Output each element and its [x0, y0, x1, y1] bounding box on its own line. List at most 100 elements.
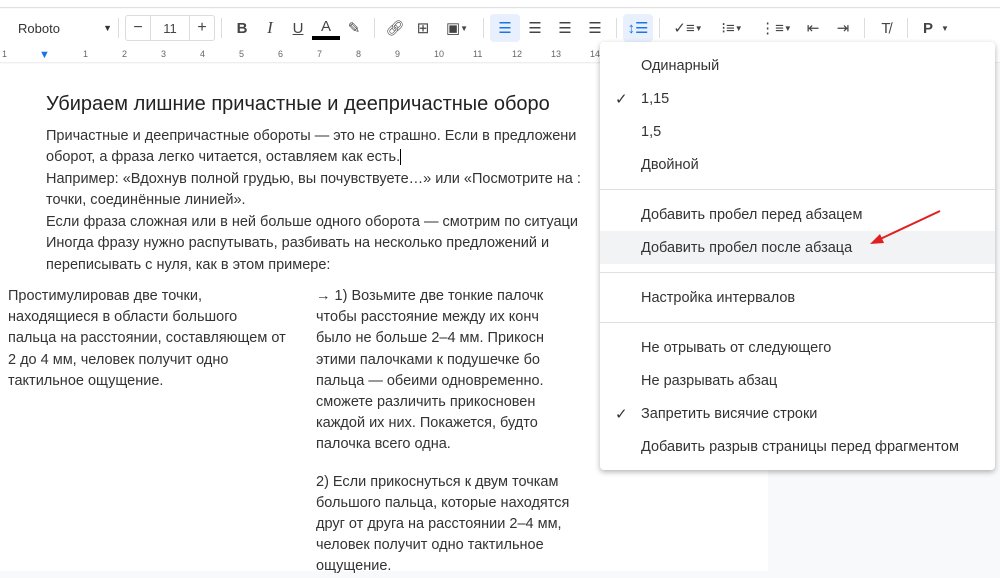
- ruler-tick-label: 1: [83, 49, 89, 59]
- table-cell-line: пальца — обеими одновременно.: [316, 372, 544, 389]
- align-center-icon[interactable]: ☰: [520, 14, 550, 42]
- menu-item[interactable]: 1,5: [600, 115, 995, 148]
- menu-divider: [600, 322, 995, 323]
- decrease-indent-icon[interactable]: ⇤: [798, 14, 828, 42]
- divider: [907, 18, 908, 38]
- menu-item[interactable]: Двойной: [600, 148, 995, 181]
- divider: [616, 18, 617, 38]
- table-cell-line: палочка всего одна.: [316, 436, 451, 453]
- clear-formatting-icon[interactable]: T̸: [871, 14, 901, 42]
- menu-item-label: 1,15: [641, 90, 670, 107]
- menu-item[interactable]: ✓ Запретить висячие строки: [600, 397, 995, 430]
- table-cell-line: сможете различить прикосновен: [316, 394, 536, 411]
- menu-item-label: Добавить разрыв страницы перед фрагменто…: [641, 438, 959, 455]
- menu-item-label: Одинарный: [641, 57, 720, 74]
- table-cell-line: 2) Если прикоснуться к двум точкам: [316, 473, 559, 490]
- paragraph-line: Например: «Вдохнув полной грудью, вы поч…: [46, 170, 581, 187]
- decrease-font-size-button[interactable]: −: [126, 16, 150, 40]
- menu-item-label: Двойной: [641, 156, 699, 173]
- document-body[interactable]: Убираем лишние причастные и деепричастны…: [46, 64, 606, 276]
- paragraph-line: переписывать с нуля, как в этом примере:: [46, 256, 331, 273]
- ruler-tick-label: 8: [356, 49, 362, 59]
- ruler-tick-label: 6: [278, 49, 284, 59]
- font-size-input[interactable]: 11: [150, 16, 190, 40]
- ruler-tick-label: 3: [161, 49, 167, 59]
- paragraph-line: Причастные и деепричастные обороты — это…: [46, 127, 577, 144]
- ruler-tick-label: 1: [2, 49, 8, 59]
- menu-item-label: 1,5: [641, 123, 662, 140]
- table-cell-line: каждой их них. Покажется, будто: [316, 415, 538, 432]
- divider: [221, 18, 222, 38]
- menu-item[interactable]: Не разрывать абзац: [600, 364, 995, 397]
- check-icon: ✓: [615, 90, 628, 108]
- add-comment-icon[interactable]: ⊞: [409, 14, 437, 42]
- menu-divider: [600, 272, 995, 273]
- table-cell-line: 2 до 4 мм, человек получит одно: [8, 351, 229, 368]
- text-cursor: [400, 149, 402, 166]
- menu-item-custom-spacing[interactable]: Настройка интервалов: [600, 281, 995, 314]
- ruler-tick-label: 14: [590, 49, 601, 59]
- menu-item[interactable]: Одинарный: [600, 49, 995, 82]
- bulleted-list-icon[interactable]: ⁝≡ ▼: [710, 14, 754, 42]
- divider: [483, 18, 484, 38]
- ruler-tick-label: 11: [473, 49, 483, 59]
- menu-item[interactable]: ✓ 1,15: [600, 82, 995, 115]
- increase-font-size-button[interactable]: +: [190, 16, 214, 40]
- align-left-icon[interactable]: ☰: [490, 14, 520, 42]
- highlight-pen-icon[interactable]: ✎: [340, 14, 368, 42]
- paragraph-line: Иногда фразу нужно распутывать, разбиват…: [46, 235, 550, 251]
- ruler-tick-label: 13: [551, 49, 562, 59]
- insert-image-icon[interactable]: ▣ ▼: [437, 14, 477, 42]
- numbered-list-icon[interactable]: ⋮≡ ▼: [754, 14, 798, 42]
- checklist-icon[interactable]: ✓≡ ▼: [666, 14, 710, 42]
- menu-item[interactable]: Не отрывать от следующего: [600, 331, 995, 364]
- menu-item[interactable]: Добавить разрыв страницы перед фрагменто…: [600, 430, 995, 463]
- red-arrow-annotation: [870, 210, 941, 244]
- ruler-tick-label: 12: [512, 49, 523, 59]
- table-cell-line: → 1) Возьмите две тонкие палочк: [316, 288, 544, 304]
- menu-divider: [600, 189, 995, 190]
- paragraph-line: точки, соединённые линией».: [46, 192, 246, 208]
- justify-icon[interactable]: ☰: [580, 14, 610, 42]
- table-cell-line: Простимулировав две точки,: [8, 288, 202, 304]
- underline-button[interactable]: U: [284, 14, 312, 42]
- link-icon[interactable]: 🔗︎: [381, 14, 409, 42]
- styles-button[interactable]: P ▼: [914, 14, 958, 42]
- heading: Убираем лишние причастные и деепричастны…: [46, 93, 550, 115]
- align-right-icon[interactable]: ☰: [550, 14, 580, 42]
- table-cell-line: человек получит одно тактильное: [316, 537, 544, 554]
- italic-button[interactable]: I: [256, 14, 284, 42]
- ruler-tick-label: 4: [200, 49, 206, 59]
- table-cell[interactable]: Простимулировав две точки, находящиеся в …: [8, 286, 308, 392]
- font-select[interactable]: Roboto ▼: [6, 14, 112, 42]
- ruler-tick-label: 9: [395, 49, 401, 59]
- divider: [374, 18, 375, 38]
- table-cell-line: большого пальца, которые находятся: [316, 494, 570, 511]
- table-cell-line: тактильное ощущение.: [8, 372, 164, 389]
- paragraph-line: оборот, а фраза легко читается, оставляе…: [46, 149, 402, 166]
- table-cell[interactable]: → 1) Возьмите две тонкие палочк чтобы рас…: [316, 286, 616, 578]
- ruler-tick-label: 7: [317, 49, 323, 59]
- table-cell-line: ощущение.: [316, 558, 392, 575]
- bold-button[interactable]: B: [228, 14, 256, 42]
- ruler-tick-label: 5: [239, 49, 245, 59]
- increase-indent-icon[interactable]: ⇥: [828, 14, 858, 42]
- divider: [659, 18, 660, 38]
- check-icon: ✓: [615, 405, 628, 423]
- table-cell-line: пальца на расстоянии, составляющем от: [8, 330, 286, 347]
- table-cell-line: этими палочками к подушечке бо: [316, 351, 540, 368]
- menu-item-label: Не разрывать абзац: [641, 372, 778, 389]
- menu-item-label: Запретить висячие строки: [641, 405, 818, 422]
- table-cell-line: друг от друга на расстоянии 2–4 мм,: [316, 516, 562, 533]
- line-spacing-icon[interactable]: ↕☰: [623, 14, 653, 42]
- table-cell-line: находящиеся в области большого: [8, 309, 238, 326]
- divider: [118, 18, 119, 38]
- font-size-stepper[interactable]: − 11 +: [125, 15, 215, 41]
- ruler-tick-label: 2: [122, 49, 128, 59]
- line-spacing-menu: Одинарный ✓ 1,15 1,5 Двойной Добавить пробел…: [600, 42, 995, 470]
- text-color-button[interactable]: A: [312, 16, 340, 40]
- indent-marker-icon[interactable]: ▼: [39, 49, 50, 61]
- table-cell-line: чтобы расстояние между их конч: [316, 309, 539, 326]
- menu-item-label: Не отрывать от следующего: [641, 339, 832, 356]
- table-cell-line: было не больше 2–4 мм. Прикосн: [316, 330, 544, 347]
